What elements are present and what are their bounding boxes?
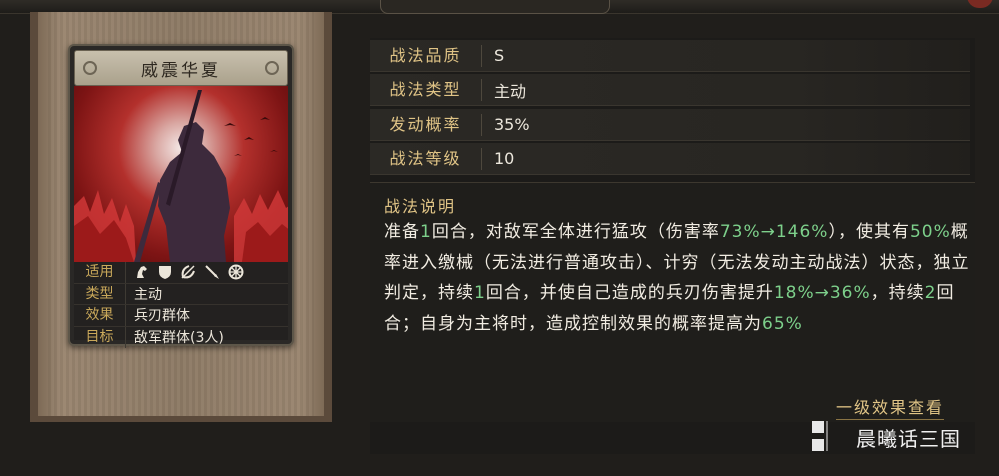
info-label: 发动概率 (370, 113, 482, 136)
description-text: 准备1回合，对敌军全体进行猛攻（伤害率73%→146%），使其有50%概率进入缴… (384, 217, 972, 339)
attr-label: 目标 (74, 326, 126, 348)
info-label: 战法等级 (370, 147, 482, 170)
attr-row-applicable: 适用 (74, 262, 288, 284)
info-row-type: 战法类型 主动 (370, 74, 970, 106)
attr-label: 适用 (74, 262, 126, 283)
attr-label: 类型 (74, 283, 126, 304)
skill-card: 威震华夏 适用 类型 主动 效果 兵刃群体 目标 敌军群体(3人) (68, 44, 294, 348)
attr-value: 兵刃群体 (134, 308, 190, 325)
attr-value: 敌军群体(3人) (134, 330, 224, 347)
attr-row-type: 类型 主动 (74, 283, 288, 305)
info-value: 10 (494, 149, 515, 168)
info-value: 35% (494, 115, 530, 134)
cavalry-icon (137, 266, 147, 279)
troop-type-icons (126, 264, 244, 280)
description-number: 50% (909, 222, 951, 242)
close-corner-icon[interactable] (967, 0, 993, 8)
description-segment: 回合，对敌军全体进行猛攻（伤害率 (431, 222, 720, 242)
info-label: 战法类型 (370, 78, 482, 101)
warrior-silhouette-illustration (74, 90, 288, 262)
info-row-quality: 战法品质 S (370, 40, 970, 72)
shield-icon (159, 266, 171, 280)
info-row-trigger-rate: 发动概率 35% (370, 109, 970, 141)
skill-card-title: 威震华夏 (141, 60, 221, 81)
description-segment: 回合，并使自己造成的兵刃伤害提升 (485, 283, 774, 303)
swirl-ornament-icon (83, 61, 97, 75)
watermark: 晨曦话三国 (810, 412, 970, 462)
watermark-logo-icon (810, 417, 850, 457)
skill-card-title-bar: 威震华夏 (74, 50, 288, 86)
spear-icon (205, 265, 219, 280)
description-segment: 准备 (384, 222, 420, 242)
chariot-wheel-icon (228, 264, 244, 280)
swirl-ornament-icon (265, 61, 279, 75)
attr-label: 效果 (74, 305, 126, 326)
description-number: 1 (474, 283, 486, 303)
description-number: 18%→36% (773, 283, 871, 303)
description-title: 战法说明 (384, 197, 457, 216)
skill-description-box: 战法说明 准备1回合，对敌军全体进行猛攻（伤害率73%→146%），使其有50%… (370, 182, 975, 422)
top-ornament (380, 0, 610, 14)
description-segment: ），使其有 (828, 222, 910, 242)
info-value: S (494, 46, 505, 65)
info-row-level: 战法等级 10 (370, 143, 970, 175)
description-number: 73%→146% (719, 222, 829, 242)
description-number: 1 (420, 222, 432, 242)
info-value: 主动 (494, 81, 527, 101)
skill-card-attributes: 适用 类型 主动 效果 兵刃群体 目标 敌军群体(3人) (74, 262, 288, 348)
watermark-text: 晨曦话三国 (856, 426, 961, 451)
attr-row-target: 目标 敌军群体(3人) (74, 326, 288, 348)
skill-card-artwork (74, 86, 288, 262)
description-number: 2 (924, 283, 937, 303)
info-label: 战法品质 (370, 44, 482, 67)
attr-row-effect: 效果 兵刃群体 (74, 305, 288, 327)
description-number: 65% (762, 313, 803, 334)
attr-value: 主动 (134, 286, 162, 303)
description-segment: ，持续 (870, 283, 925, 303)
bow-icon (181, 265, 195, 279)
